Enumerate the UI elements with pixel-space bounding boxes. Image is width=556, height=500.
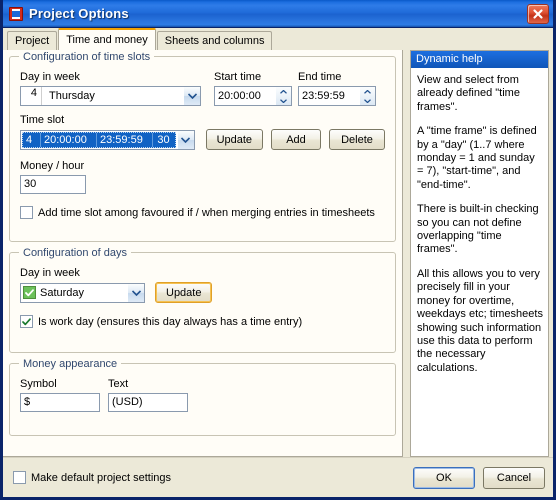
body-area: Configuration of time slots Day in week … — [3, 50, 553, 457]
tab-project[interactable]: Project — [7, 31, 58, 50]
time-slots-group-title: Configuration of time slots — [19, 51, 155, 63]
cancel-button[interactable]: Cancel — [483, 466, 545, 489]
spin-up-icon[interactable] — [276, 87, 291, 96]
time-slot-combo[interactable]: 4 20:00:00 23:59:59 30 — [20, 129, 195, 150]
dynamic-help-container: Dynamic help View and select from alread… — [410, 50, 549, 457]
make-default-checkbox-label: Make default project settings — [31, 471, 172, 484]
favoured-checkbox[interactable] — [20, 206, 33, 219]
chevron-down-icon[interactable] — [127, 283, 144, 302]
workday-checkbox[interactable] — [20, 315, 33, 328]
panel-splitter[interactable] — [403, 50, 410, 457]
dynamic-help-header: Dynamic help — [411, 51, 548, 68]
ok-button-label: OK — [436, 471, 452, 484]
start-time-value: 20:00:00 — [218, 90, 261, 102]
workday-checkbox-label: Is work day (ensures this day always has… — [38, 315, 303, 328]
favoured-checkbox-row[interactable]: Add time slot among favoured if / when m… — [20, 206, 385, 219]
time-slot-day: 4 — [23, 132, 41, 147]
symbol-input[interactable]: $ — [20, 393, 100, 412]
help-paragraph: There is built-in checking so you can no… — [417, 203, 539, 256]
start-time-label: Start time — [214, 71, 262, 83]
spin-down-icon[interactable] — [360, 96, 375, 105]
project-options-dialog: Project Options Project Time and money S… — [0, 0, 556, 500]
spin-up-icon[interactable] — [360, 87, 375, 96]
days-day-in-week-value-wrap: Saturday — [21, 284, 127, 302]
time-slot-selected-row: 4 20:00:00 23:59:59 30 — [22, 131, 176, 148]
time-and-money-panel: Configuration of time slots Day in week … — [3, 50, 403, 457]
update-day-button[interactable]: Update — [155, 282, 213, 303]
days-day-in-week-combo[interactable]: Saturday — [20, 282, 145, 303]
end-time-value: 23:59:59 — [302, 90, 345, 102]
day-in-week-number: 4 — [21, 87, 42, 105]
tab-time-and-money[interactable]: Time and money — [58, 28, 156, 50]
day-in-week-value: Thursday — [49, 90, 95, 102]
spin-down-icon[interactable] — [276, 96, 291, 105]
help-paragraph: View and select from already defined "ti… — [417, 74, 520, 113]
day-in-week-label: Day in week — [20, 71, 80, 83]
time-slot-end: 23:59:59 — [97, 132, 153, 147]
help-paragraph: All this allows you to very precisely fi… — [417, 267, 543, 374]
favoured-checkbox-label: Add time slot among favoured if / when m… — [38, 206, 375, 219]
end-time-spin-buttons[interactable] — [359, 87, 375, 105]
help-paragraph: A "time frame" is defined by a "day" (1.… — [417, 125, 537, 191]
ok-button[interactable]: OK — [413, 466, 475, 489]
time-slot-label: Time slot — [20, 114, 65, 126]
work-day-check-icon — [23, 286, 36, 299]
start-time-spin-buttons[interactable] — [275, 87, 291, 105]
text-input[interactable]: (USD) — [108, 393, 188, 412]
time-slots-group: Configuration of time slots Day in week … — [9, 51, 396, 242]
text-label: Text — [108, 378, 129, 390]
tab-strip: Project Time and money Sheets and column… — [3, 28, 553, 50]
day-in-week-combo[interactable]: 4 Thursday — [20, 86, 201, 106]
money-appearance-group-title: Money appearance — [19, 358, 122, 370]
days-day-in-week-value: Saturday — [40, 286, 85, 299]
time-slot-rate: 30 — [157, 133, 170, 146]
end-time-label: End time — [298, 71, 342, 83]
days-group: Configuration of days Day in week Saturd… — [9, 247, 396, 353]
money-per-hour-input[interactable]: 30 — [20, 175, 86, 194]
end-time-spinner[interactable]: 23:59:59 — [298, 86, 376, 106]
delete-time-slot-button[interactable]: Delete — [329, 129, 385, 150]
dialog-footer: Make default project settings OK Cancel — [3, 457, 553, 497]
money-appearance-group: Money appearance Symbol $ Text (USD) — [9, 358, 396, 436]
dynamic-help-panel: Dynamic help View and select from alread… — [410, 50, 553, 457]
make-default-checkbox[interactable] — [13, 471, 26, 484]
window-title: Project Options — [29, 6, 129, 21]
symbol-label: Symbol — [20, 378, 57, 390]
make-default-checkbox-row[interactable]: Make default project settings — [13, 471, 171, 484]
title-bar: Project Options — [3, 0, 553, 28]
days-group-title: Configuration of days — [19, 247, 131, 259]
start-time-spinner[interactable]: 20:00:00 — [214, 86, 292, 106]
update-day-button-label: Update — [166, 286, 202, 299]
time-slot-start: 20:00:00 — [41, 132, 97, 147]
chevron-down-icon[interactable] — [183, 87, 200, 105]
days-day-in-week-label: Day in week — [20, 267, 80, 279]
tab-sheets-and-columns[interactable]: Sheets and columns — [156, 31, 273, 50]
dynamic-help-body: View and select from already defined "ti… — [411, 68, 548, 456]
chevron-down-icon[interactable] — [176, 130, 194, 149]
money-per-hour-label: Money / hour — [20, 160, 85, 172]
cancel-button-label: Cancel — [496, 471, 532, 484]
application-icon — [8, 6, 24, 22]
add-time-slot-button[interactable]: Add — [271, 129, 321, 150]
close-icon[interactable] — [527, 3, 549, 24]
update-time-slot-button[interactable]: Update — [205, 129, 263, 150]
workday-checkbox-row[interactable]: Is work day (ensures this day always has… — [20, 315, 385, 328]
